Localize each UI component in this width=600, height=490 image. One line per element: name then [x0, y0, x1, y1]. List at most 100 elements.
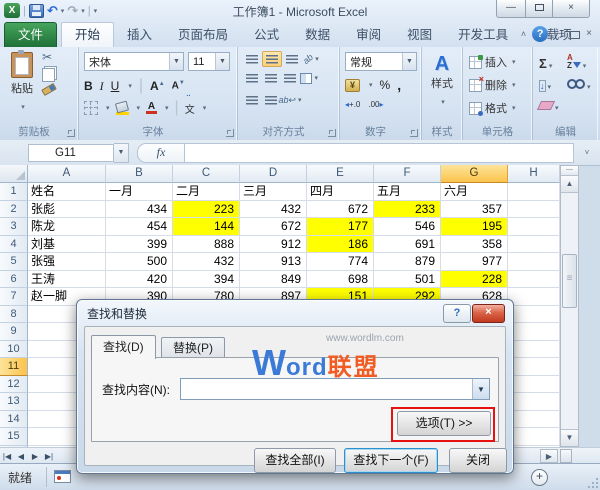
row-header-5[interactable]: 5: [0, 253, 28, 271]
column-header-F[interactable]: F: [374, 165, 441, 183]
cell-E5[interactable]: 774: [307, 253, 374, 271]
cell-H12[interactable]: [508, 376, 560, 394]
cell-G4[interactable]: 358: [441, 236, 508, 254]
hscroll-thumb[interactable]: [560, 449, 572, 463]
cell-G6[interactable]: 228: [441, 271, 508, 289]
tab-replace[interactable]: 替换(P): [161, 337, 225, 359]
dialog-launcher-icon[interactable]: [67, 129, 75, 137]
cell-C1[interactable]: 二月: [173, 183, 240, 201]
vertical-scrollbar[interactable]: — ▲ ▼: [560, 165, 579, 447]
cell-A6[interactable]: 王涛: [28, 271, 106, 289]
find-what-input[interactable]: [181, 379, 472, 399]
ribbon-tab-数据[interactable]: 数据: [292, 23, 343, 47]
cell-G1[interactable]: 六月: [441, 183, 508, 201]
autosum-button[interactable]: Σ▾: [539, 55, 567, 73]
row-header-11[interactable]: 11: [0, 358, 28, 376]
row-header-2[interactable]: 2: [0, 201, 28, 219]
cell-F3[interactable]: 546: [374, 218, 441, 236]
align-left-button[interactable]: [243, 71, 261, 85]
cell-E1[interactable]: 四月: [307, 183, 374, 201]
horizontal-scrollbar[interactable]: ▶: [540, 449, 580, 463]
copy-icon[interactable]: [42, 68, 55, 82]
row-header-6[interactable]: 6: [0, 271, 28, 289]
accounting-format-icon[interactable]: ¥: [345, 79, 360, 92]
ribbon-collapse-icon[interactable]: ˄: [521, 29, 526, 39]
cell-C2[interactable]: 223: [173, 201, 240, 219]
cell-C5[interactable]: 432: [173, 253, 240, 271]
cell-B5[interactable]: 500: [106, 253, 173, 271]
row-header-3[interactable]: 3: [0, 218, 28, 236]
prev-sheet-button[interactable]: ◀: [14, 452, 28, 461]
split-handle[interactable]: —: [561, 166, 578, 176]
insert-function-button[interactable]: fx: [137, 143, 185, 163]
ribbon-tab-视图[interactable]: 视图: [394, 23, 445, 47]
file-tab[interactable]: 文件: [4, 22, 57, 47]
cell-H11[interactable]: [508, 358, 560, 376]
font-color-dropdown-icon[interactable]: ▾: [165, 104, 169, 112]
row-header-13[interactable]: 13: [0, 393, 28, 411]
cell-G2[interactable]: 357: [441, 201, 508, 219]
resize-grip[interactable]: [586, 476, 598, 488]
find-select-button[interactable]: ▾: [567, 76, 597, 94]
cell-H15[interactable]: [508, 428, 560, 446]
grow-font-button[interactable]: A▲: [150, 79, 165, 93]
number-format-combo[interactable]: 常规 ▼: [345, 52, 417, 71]
borders-dropdown-icon[interactable]: ▾: [106, 104, 110, 112]
dialog-close-button[interactable]: ×: [472, 304, 505, 323]
paste-button[interactable]: 粘贴 ▾: [4, 50, 40, 122]
formula-input[interactable]: [185, 143, 574, 163]
cell-H6[interactable]: [508, 271, 560, 289]
close-button[interactable]: ×: [552, 0, 590, 18]
cell-F5[interactable]: 879: [374, 253, 441, 271]
format-cells-button[interactable]: 格式 ▾: [469, 100, 516, 116]
chevron-down-icon[interactable]: ▼: [402, 53, 416, 70]
cell-A5[interactable]: 张强: [28, 253, 106, 271]
cell-E4[interactable]: 186: [307, 236, 374, 254]
cell-B3[interactable]: 454: [106, 218, 173, 236]
last-sheet-button[interactable]: ▶|: [42, 452, 56, 461]
zoom-in-button[interactable]: +: [531, 469, 548, 486]
decrease-decimal-button[interactable]: .00▸: [368, 100, 383, 109]
cell-F6[interactable]: 501: [374, 271, 441, 289]
bold-button[interactable]: B: [84, 79, 93, 93]
row-header-12[interactable]: 12: [0, 376, 28, 394]
underline-button[interactable]: U: [111, 79, 120, 93]
cell-H7[interactable]: [508, 288, 560, 306]
align-middle-button[interactable]: [262, 51, 282, 67]
cell-H1[interactable]: [508, 183, 560, 201]
column-header-G[interactable]: G: [441, 165, 508, 183]
name-box[interactable]: G11: [28, 144, 114, 162]
row-header-15[interactable]: 15: [0, 428, 28, 446]
comma-style-button[interactable]: ,: [397, 77, 401, 93]
row-header-10[interactable]: 10: [0, 341, 28, 359]
help-icon[interactable]: ?: [532, 26, 548, 42]
workbook-restore-icon[interactable]: [570, 31, 580, 39]
cut-icon[interactable]: ✂: [42, 51, 56, 64]
ribbon-tab-插入[interactable]: 插入: [114, 23, 165, 47]
cell-D5[interactable]: 913: [240, 253, 307, 271]
cell-D1[interactable]: 三月: [240, 183, 307, 201]
italic-button[interactable]: I: [100, 79, 104, 94]
row-header-1[interactable]: 1: [0, 183, 28, 201]
combo-dropdown-icon[interactable]: ▼: [472, 379, 489, 399]
dialog-launcher-icon[interactable]: [410, 129, 418, 137]
ribbon-tab-审阅[interactable]: 审阅: [343, 23, 394, 47]
next-sheet-button[interactable]: ▶: [28, 452, 42, 461]
percent-style-button[interactable]: %: [380, 78, 391, 92]
cell-D4[interactable]: 912: [240, 236, 307, 254]
cell-B1[interactable]: 一月: [106, 183, 173, 201]
scroll-right-icon[interactable]: ▶: [540, 449, 558, 463]
shrink-font-button[interactable]: A▼: [172, 80, 185, 91]
fill-color-dropdown-icon[interactable]: ▾: [137, 104, 141, 112]
find-what-combo[interactable]: ▼: [180, 378, 490, 400]
accounting-dropdown-icon[interactable]: ▾: [369, 81, 373, 89]
cell-G5[interactable]: 977: [441, 253, 508, 271]
align-top-button[interactable]: [243, 52, 261, 66]
cell-C6[interactable]: 394: [173, 271, 240, 289]
scrollbar-thumb[interactable]: [562, 254, 577, 308]
cell-A4[interactable]: 刘基: [28, 236, 106, 254]
scroll-down-icon[interactable]: ▼: [561, 429, 578, 446]
ribbon-tab-页面布局[interactable]: 页面布局: [165, 23, 241, 47]
cell-F2[interactable]: 233: [374, 201, 441, 219]
delete-cells-button[interactable]: 删除 ▾: [469, 77, 516, 93]
